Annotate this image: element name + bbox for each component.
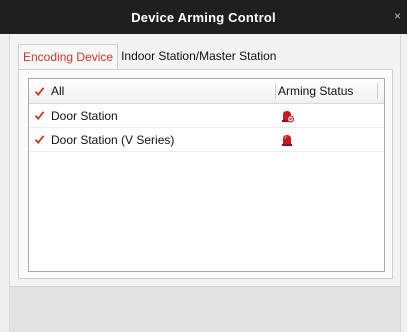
device-name: Door Station (V Series) — [51, 132, 175, 147]
checkmark-icon — [34, 135, 45, 144]
header-status-cell: Arming Status — [275, 83, 377, 99]
table-row[interactable]: Door Station (V Series) — [29, 128, 384, 152]
device-name: Door Station — [51, 108, 118, 123]
row-checkbox[interactable] — [34, 110, 45, 121]
device-arming-control-window: Device Arming Control × Encoding Device … — [0, 0, 407, 332]
arming-status-cell — [275, 109, 384, 123]
tab-panel: All Arming Status Door Station Door Stat… — [18, 69, 393, 279]
tab-indoor-station-master-station[interactable]: Indoor Station/Master Station — [118, 44, 281, 69]
alarm-siren-icon[interactable] — [280, 133, 294, 147]
device-name-cell: Door Station (V Series) — [29, 133, 275, 147]
device-table: All Arming Status Door Station Door Stat… — [28, 78, 385, 272]
tab-encoding-device[interactable]: Encoding Device — [18, 44, 119, 69]
table-row[interactable]: Door Station — [29, 104, 384, 128]
checkmark-icon — [34, 86, 45, 96]
checkmark-icon — [34, 111, 45, 120]
tab-bar: Encoding Device Indoor Station/Master St… — [18, 44, 281, 69]
dialog-body: Encoding Device Indoor Station/Master St… — [9, 34, 401, 286]
arming-status-header: Arming Status — [278, 84, 354, 98]
title-bar: Device Arming Control × — [0, 0, 407, 34]
header-name-cell: All — [29, 84, 275, 98]
close-button[interactable]: × — [394, 10, 401, 22]
row-checkbox[interactable] — [34, 134, 45, 145]
select-all-label: All — [51, 84, 65, 98]
window-title: Device Arming Control — [131, 9, 276, 25]
alarm-siren-disarmed-icon[interactable] — [280, 109, 294, 123]
select-all-checkbox[interactable] — [34, 86, 45, 97]
device-name-cell: Door Station — [29, 109, 275, 123]
arming-status-cell — [275, 133, 384, 147]
dialog-footer — [9, 286, 401, 332]
table-header: All Arming Status — [29, 79, 384, 104]
column-divider[interactable] — [377, 83, 378, 99]
